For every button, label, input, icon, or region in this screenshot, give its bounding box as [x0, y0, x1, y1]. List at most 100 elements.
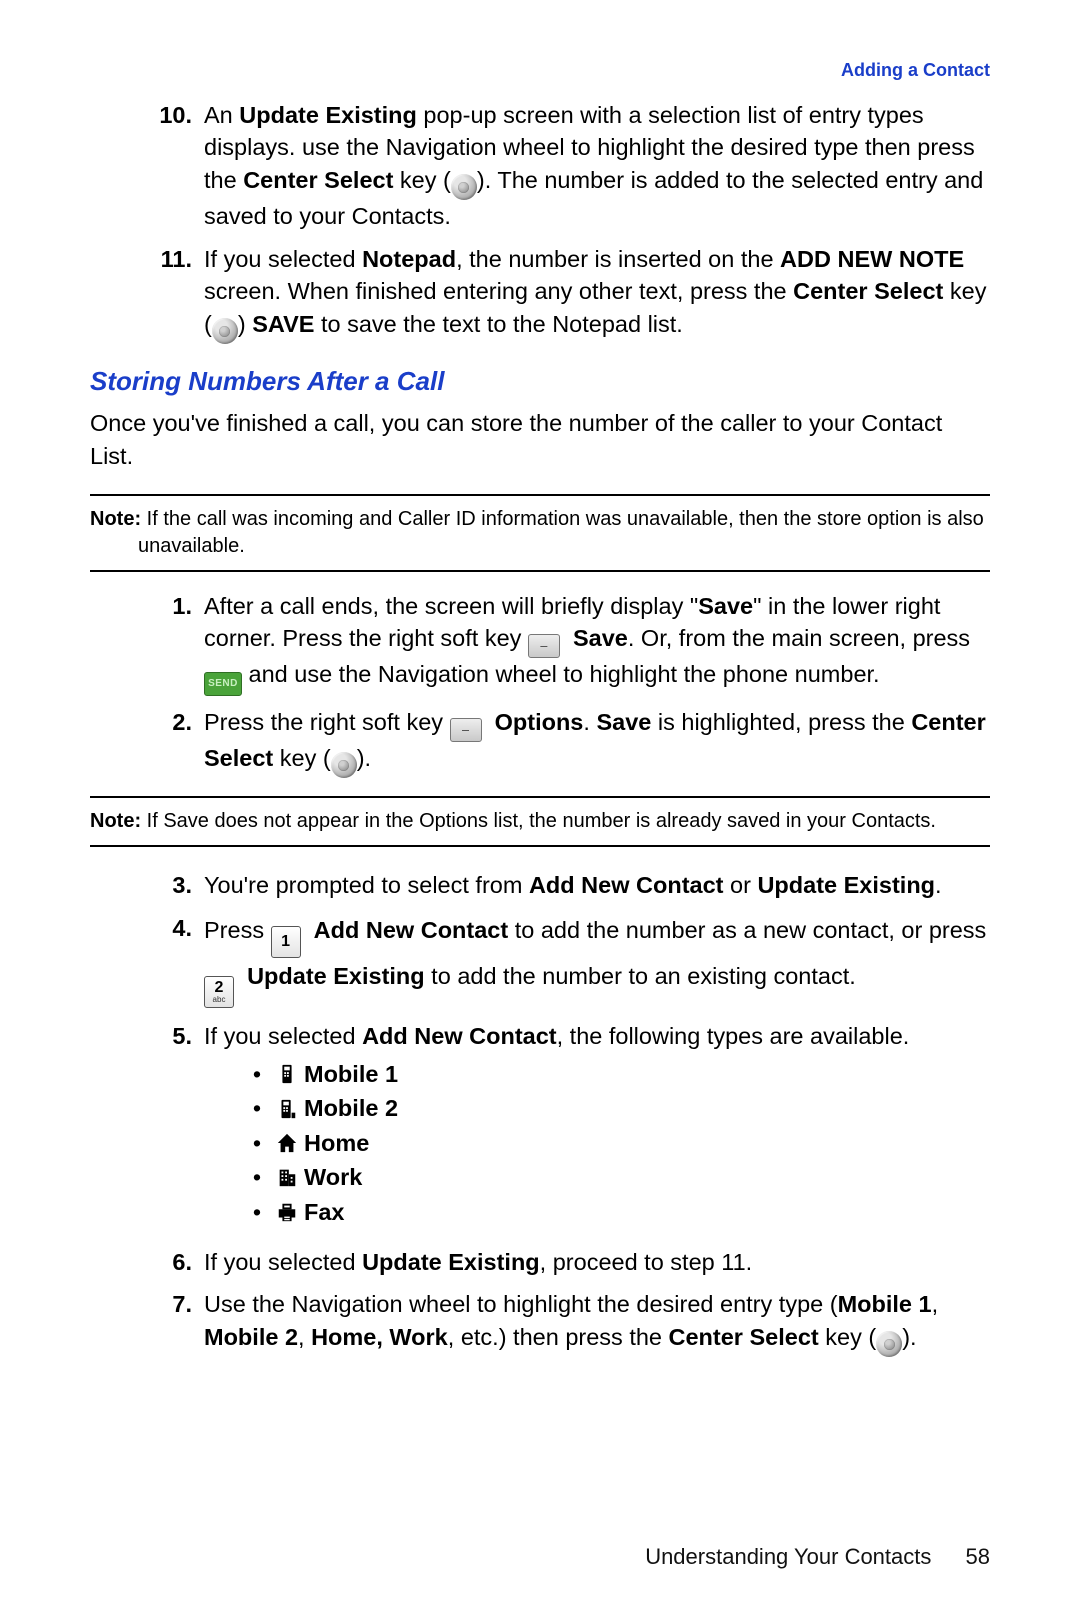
text-bold: Update Existing [239, 102, 417, 128]
low-list: 3. You're prompted to select from Add Ne… [90, 869, 990, 1357]
text: , [298, 1324, 311, 1350]
send-key-label: SEND [208, 677, 238, 691]
text: An [204, 102, 239, 128]
step-body: You're prompted to select from Add New C… [204, 869, 990, 901]
note-callerid: Note: If the call was incoming and Calle… [90, 506, 990, 560]
bullet-icon: • [244, 1196, 270, 1228]
mid-list: 1. After a call ends, the screen will br… [90, 590, 990, 778]
home-icon [270, 1132, 304, 1154]
step-2: 2. Press the right soft key ⎯ Options. S… [150, 706, 990, 778]
note-already-saved: Note: If Save does not appear in the Opt… [90, 808, 990, 835]
text: screen. When finished entering any other… [204, 278, 793, 304]
divider [90, 570, 990, 572]
key-digit: 1 [281, 934, 290, 950]
mobile1-icon [270, 1063, 304, 1085]
bullet-icon: • [244, 1127, 270, 1159]
step-number: 5. [150, 1020, 204, 1237]
center-select-key-icon [331, 752, 357, 778]
text: . [583, 709, 596, 735]
text: If you selected [204, 246, 362, 272]
divider [90, 796, 990, 798]
key-sub: abc [213, 996, 226, 1004]
step-1: 1. After a call ends, the screen will br… [150, 590, 990, 696]
bullet-icon: • [244, 1058, 270, 1090]
type-label: Fax [304, 1196, 345, 1228]
step-11: 11. If you selected Notepad, the number … [150, 243, 990, 344]
text-bold: Save [698, 593, 753, 619]
text: to add the number as a new contact, or p… [508, 917, 986, 943]
mobile2-icon [270, 1098, 304, 1120]
step-number: 7. [150, 1288, 204, 1357]
text-bold: Update Existing [757, 872, 935, 898]
text-bold: Add New Contact [314, 917, 509, 943]
type-item-home: • Home [244, 1127, 990, 1159]
text-bold: Mobile 1 [838, 1291, 932, 1317]
section-heading: Storing Numbers After a Call [90, 366, 990, 397]
text: key ( [393, 167, 450, 193]
text-bold: Update Existing [247, 963, 425, 989]
type-item-mobile2: • Mobile 2 [244, 1092, 990, 1124]
step-number: 11. [150, 243, 204, 344]
step-body: If you selected Update Existing, proceed… [204, 1246, 990, 1278]
text: is highlighted, press the [651, 709, 911, 735]
key-1-icon: 1 [271, 926, 301, 958]
text: , proceed to step 11. [540, 1249, 753, 1275]
text-bold: Center Select [793, 278, 943, 304]
text: and use the Navigation wheel to highligh… [249, 661, 880, 687]
step-7: 7. Use the Navigation wheel to highlight… [150, 1288, 990, 1357]
bullet-icon: • [244, 1161, 270, 1193]
step-body: If you selected Notepad, the number is i… [204, 243, 990, 344]
text-bold: Notepad [362, 246, 456, 272]
right-soft-key-icon: ⎯ [450, 718, 482, 742]
step-body: If you selected Add New Contact, the fol… [204, 1020, 990, 1237]
type-label: Work [304, 1161, 362, 1193]
step-body: An Update Existing pop-up screen with a … [204, 99, 990, 233]
step-number: 4. [150, 912, 204, 1008]
footer-section: Understanding Your Contacts [645, 1544, 931, 1569]
step-number: 1. [150, 590, 204, 696]
text-bold: Save [596, 709, 651, 735]
text-bold: Mobile 2 [204, 1324, 298, 1350]
text: You're prompted to select from [204, 872, 529, 898]
center-select-key-icon [212, 318, 238, 344]
text-bold: SAVE [252, 311, 314, 337]
text: , the following types are available. [557, 1023, 910, 1049]
text-bold: Add New Contact [362, 1023, 557, 1049]
send-key-icon: SEND [204, 672, 242, 696]
step-number: 2. [150, 706, 204, 778]
step-3: 3. You're prompted to select from Add Ne… [150, 869, 990, 901]
text-bold: Save [573, 625, 628, 651]
section-intro: Once you've finished a call, you can sto… [90, 407, 990, 472]
step-body: Press the right soft key ⎯ Options. Save… [204, 706, 990, 778]
note-label: Note: [90, 810, 141, 832]
text: ). [902, 1324, 916, 1350]
step-5: 5. If you selected Add New Contact, the … [150, 1020, 990, 1237]
text: , etc.) then press the [448, 1324, 669, 1350]
type-item-work: • Work [244, 1161, 990, 1193]
step-body: After a call ends, the screen will brief… [204, 590, 990, 696]
center-select-key-icon [876, 1331, 902, 1357]
note-body: If Save does not appear in the Options l… [141, 810, 936, 832]
text: If you selected [204, 1023, 362, 1049]
bullet-icon: • [244, 1092, 270, 1124]
note-body: If the call was incoming and Caller ID i… [138, 508, 984, 557]
top-list: 10. An Update Existing pop-up screen wit… [90, 99, 990, 344]
fax-icon [270, 1201, 304, 1223]
text-bold: Options [495, 709, 584, 735]
text-bold: Center Select [243, 167, 393, 193]
step-number: 6. [150, 1246, 204, 1278]
text-bold: Update Existing [362, 1249, 540, 1275]
center-select-key-icon [451, 174, 477, 200]
key-2-icon: 2abc [204, 976, 234, 1008]
text: ) [238, 311, 252, 337]
right-soft-key-icon: ⎯ [528, 634, 560, 658]
page: Adding a Contact 10. An Update Existing … [0, 0, 1080, 1620]
step-number: 3. [150, 869, 204, 901]
text: key ( [819, 1324, 876, 1350]
text: After a call ends, the screen will brief… [204, 593, 698, 619]
type-list: • Mobile 1 • Mobile 2 • [244, 1058, 990, 1228]
step-body: Use the Navigation wheel to highlight th… [204, 1288, 990, 1357]
text-bold: ADD NEW NOTE [780, 246, 964, 272]
type-item-fax: • Fax [244, 1196, 990, 1228]
work-icon [270, 1166, 304, 1188]
